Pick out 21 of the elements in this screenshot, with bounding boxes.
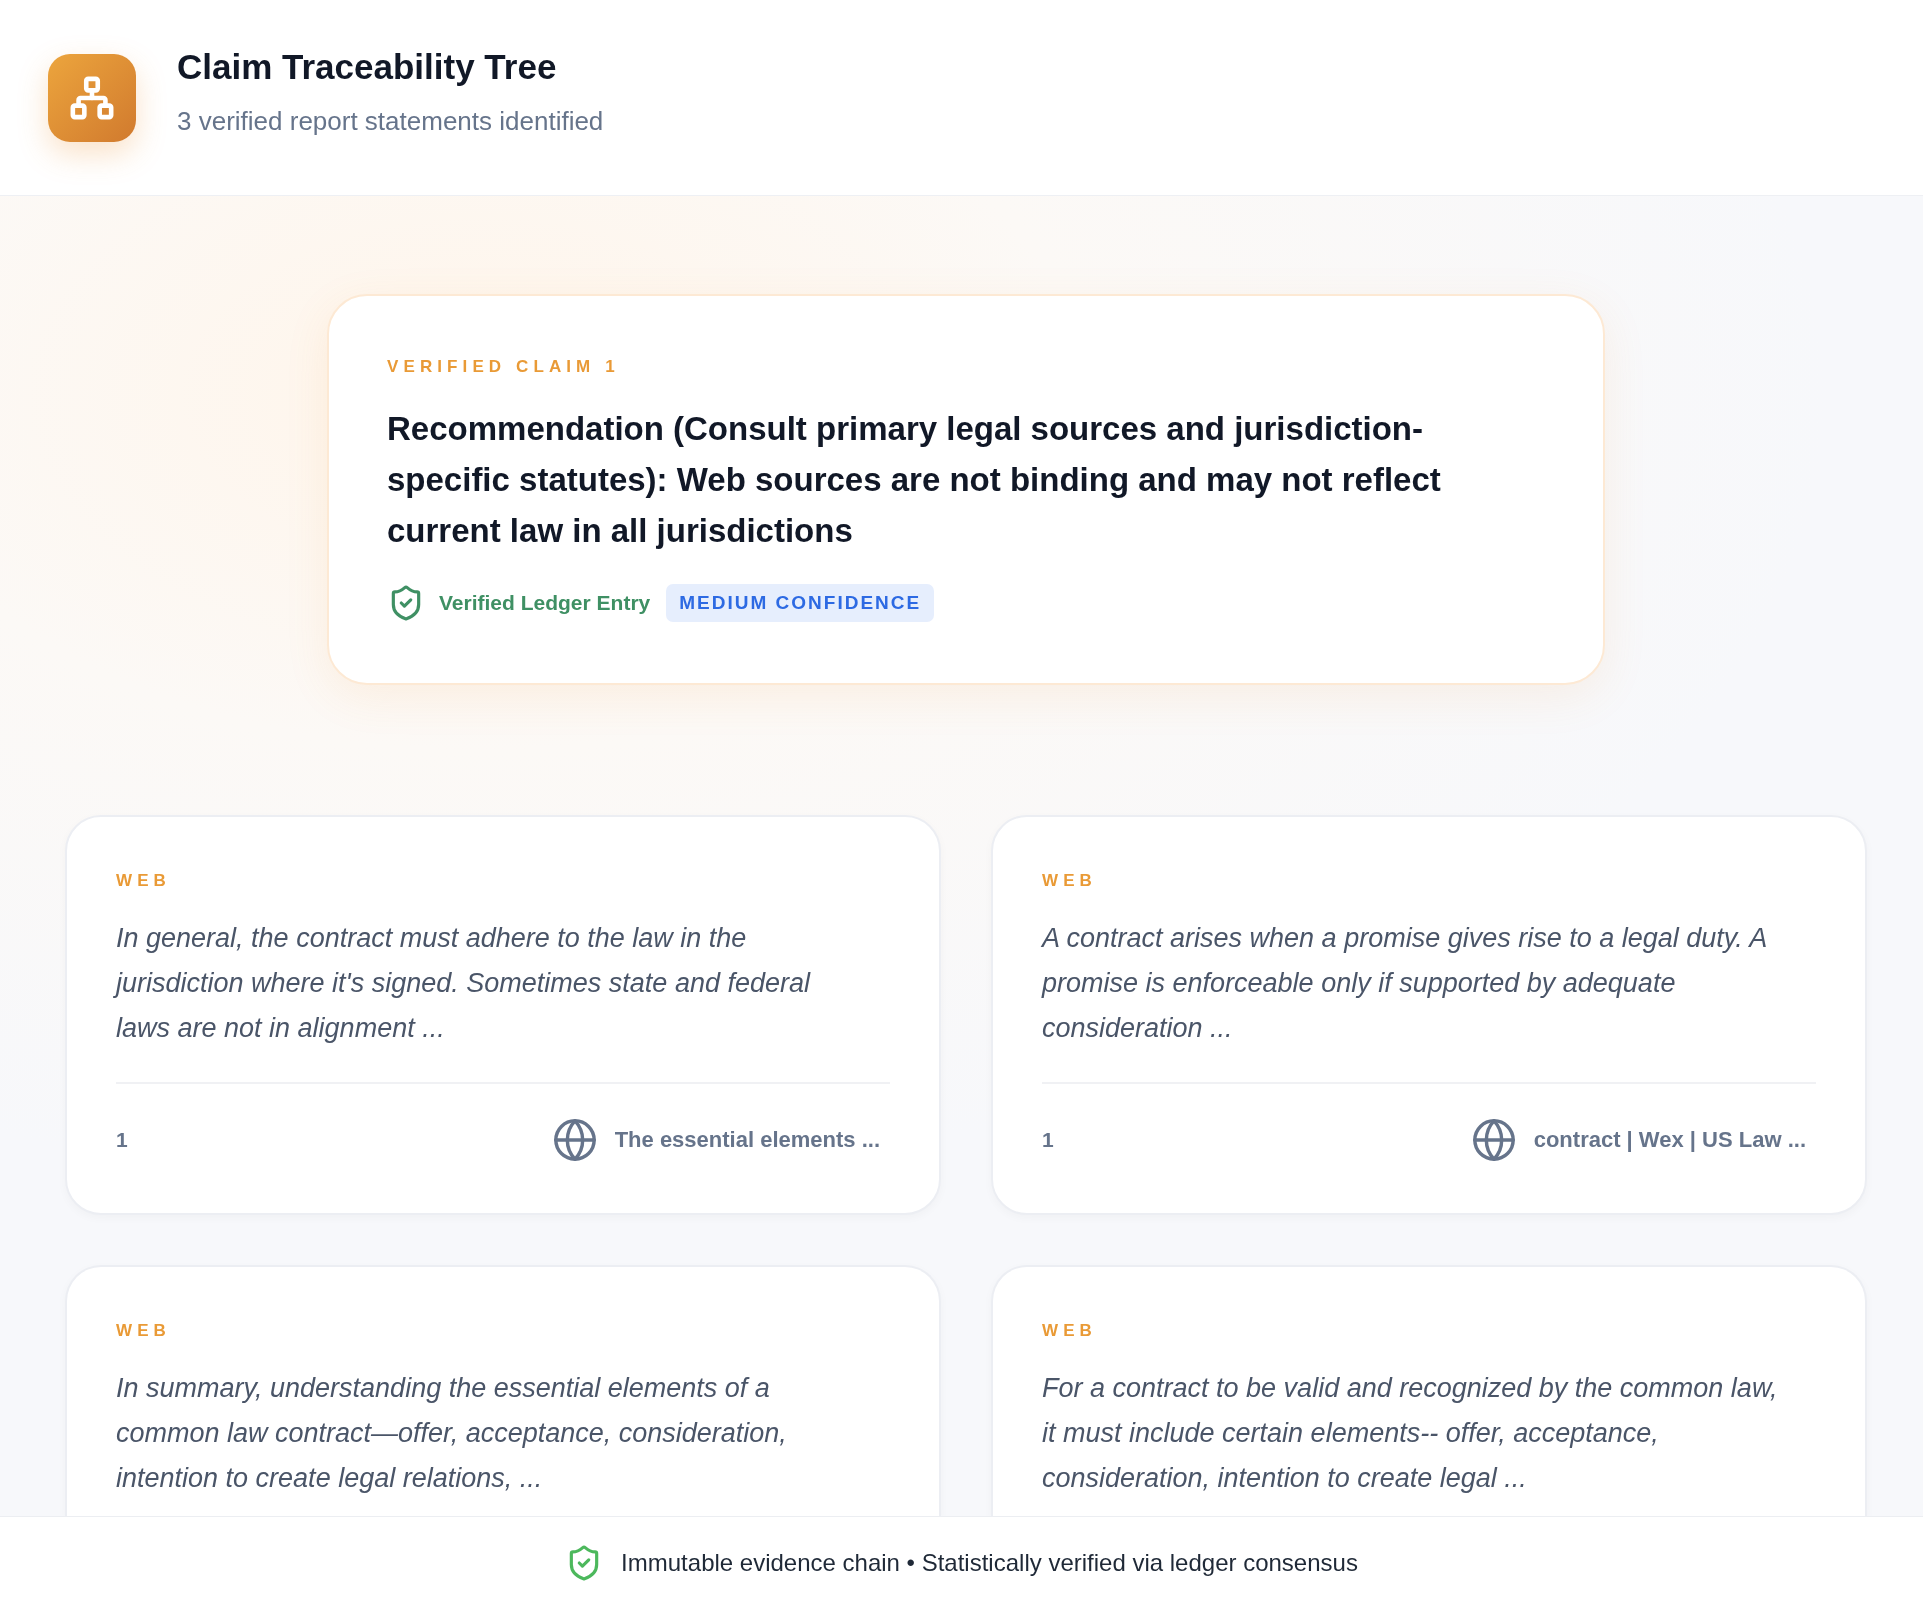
source-quote: In summary, understanding the essential elements of a common law contract—offer, acceptance, consideration, intention to create legal relations, ... bbox=[116, 1372, 788, 1495]
source-number: 1 bbox=[1042, 1128, 1054, 1152]
source-number: 1 bbox=[116, 1128, 128, 1152]
page-title: Claim Traceability Tree bbox=[177, 46, 557, 88]
claim-label: VERIFIED CLAIM 1 bbox=[387, 357, 620, 377]
claim-text: Recommendation (Consult primary legal sources and jurisdiction-specific statutes): Web sources are not binding and may not reflect current law in all jurisdictions bbox=[387, 409, 1442, 551]
hierarchy-icon bbox=[48, 53, 136, 142]
source-type-label: WEB bbox=[1042, 871, 1097, 891]
source-quote: A contract arises when a promise gives rise to a legal duty. A promise is enforceable only if supported by adequate consideration ... bbox=[1042, 922, 1768, 1045]
source-link[interactable]: contract | Wex | US Law ... bbox=[1533, 1127, 1806, 1153]
globe-icon bbox=[1470, 1117, 1517, 1163]
footer-note: Immutable evidence chain • Statistically verified via ledger consensus bbox=[621, 1548, 1358, 1577]
verification-label: Verified Ledger Entry bbox=[439, 591, 651, 615]
source-type-label: WEB bbox=[1042, 1321, 1097, 1341]
source-type-label: WEB bbox=[116, 1321, 171, 1341]
source-type-label: WEB bbox=[116, 871, 171, 891]
globe-icon bbox=[551, 1117, 598, 1163]
confidence-badge: MEDIUM CONFIDENCE bbox=[666, 584, 935, 622]
page-subtitle: 3 verified report statements identified bbox=[177, 105, 604, 137]
source-quote: For a contract to be valid and recognized by the common law, it must include certain elements-- offer, acceptance, consideration, intention to create legal ... bbox=[1042, 1372, 1779, 1495]
source-link[interactable]: The essential elements ... bbox=[614, 1127, 880, 1153]
